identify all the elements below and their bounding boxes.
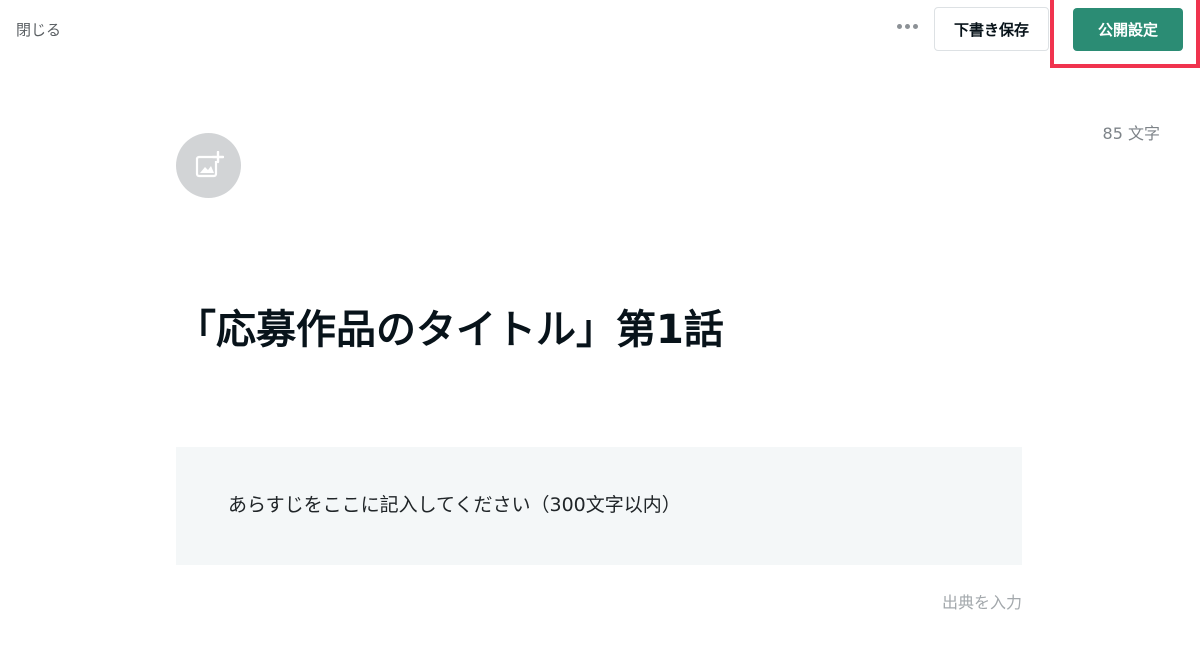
source-input[interactable]: 出典を入力 — [942, 589, 1022, 613]
synopsis-block[interactable]: あらすじをここに記入してください（300文字以内） — [176, 447, 1022, 565]
character-count: 85 文字 — [1102, 124, 1160, 143]
more-options-button[interactable] — [893, 14, 921, 38]
title-input[interactable]: 「応募作品のタイトル」第1話 — [176, 300, 1022, 360]
add-image-button[interactable] — [176, 133, 241, 198]
add-image-icon — [195, 150, 224, 177]
more-horizontal-icon — [896, 23, 902, 29]
close-button[interactable]: 閉じる — [16, 20, 61, 40]
publish-settings-button[interactable]: 公開設定 — [1073, 8, 1183, 51]
synopsis-text[interactable]: あらすじをここに記入してください（300文字以内） — [228, 491, 970, 519]
editor-page: 閉じる 下書き保存 公開設定 85 文字 「応募作品のタイトル」第1話 あらすじ… — [0, 0, 1200, 663]
more-horizontal-icon-dot — [912, 23, 918, 29]
more-horizontal-icon-dot — [904, 23, 910, 29]
save-draft-button[interactable]: 下書き保存 — [934, 7, 1049, 51]
